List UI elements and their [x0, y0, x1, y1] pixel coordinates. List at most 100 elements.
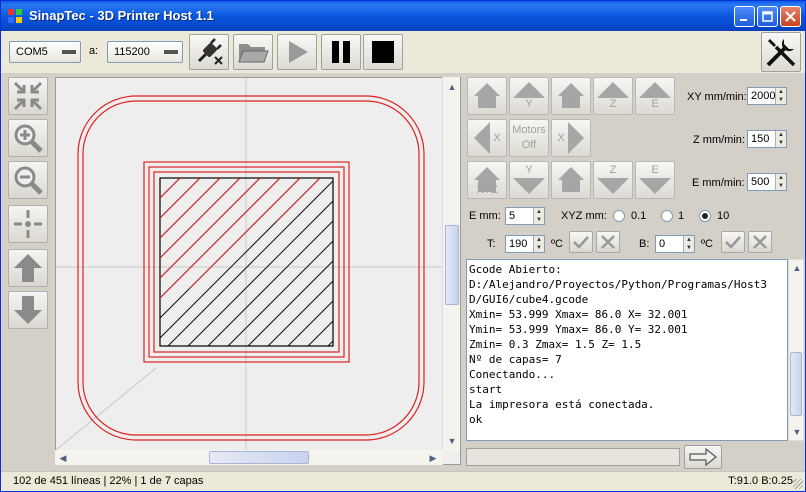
- disconnect-plug-icon: [197, 38, 223, 65]
- send-arrow-icon: [689, 448, 717, 466]
- zoom-out-button[interactable]: [8, 161, 48, 199]
- jog-label: E: [651, 164, 659, 176]
- fit-view-button[interactable]: [8, 77, 48, 115]
- x-minus-button[interactable]: X: [467, 119, 507, 157]
- jog-label: Y: [567, 98, 575, 110]
- send-command-button[interactable]: [684, 445, 722, 469]
- layer-down-button[interactable]: [8, 291, 48, 329]
- y-minus-button[interactable]: Y: [509, 161, 549, 199]
- console-line: La impresora está conectada.: [469, 398, 655, 411]
- scroll-up-icon[interactable]: ▲: [444, 79, 460, 95]
- stop-button[interactable]: [363, 34, 403, 70]
- jog-label: E: [651, 98, 659, 110]
- settings-button[interactable]: [761, 32, 801, 72]
- step-radio-0-1[interactable]: [613, 210, 625, 222]
- layer-up-button[interactable]: [8, 249, 48, 287]
- port-select[interactable]: COM5: [9, 41, 81, 63]
- toolpath-viewport[interactable]: [55, 77, 461, 465]
- resize-grip-icon[interactable]: [793, 479, 803, 489]
- check-icon: [573, 236, 589, 249]
- maximize-button[interactable]: [757, 6, 778, 27]
- e-minus-button[interactable]: E: [635, 161, 675, 199]
- bed-apply-button[interactable]: [721, 231, 745, 253]
- disconnect-button[interactable]: [189, 34, 229, 70]
- maximize-icon: [762, 11, 773, 22]
- spin-arrows-icon[interactable]: ▲ ▼: [775, 131, 786, 147]
- title-bar[interactable]: SinapTec - 3D Printer Host 1.1: [1, 1, 805, 31]
- spin-arrows-icon[interactable]: ▲ ▼: [775, 88, 786, 104]
- spin-arrows-icon[interactable]: ▲ ▼: [533, 236, 544, 252]
- scroll-thumb[interactable]: [445, 225, 459, 305]
- step-option-label: 1: [678, 210, 685, 222]
- console-line: Ymin= 53.999 Ymax= 86.0 Y= 32.001: [469, 323, 688, 336]
- layer-up-icon: [14, 254, 42, 282]
- main-toolbar: COM5 a: 115200: [1, 31, 805, 73]
- spin-arrows-icon[interactable]: ▲ ▼: [683, 236, 694, 252]
- play-button[interactable]: [277, 34, 317, 70]
- y-plus-button[interactable]: Y: [509, 77, 549, 115]
- progress-status: 102 de 451 líneas | 22% | 1 de 7 capas: [13, 475, 204, 487]
- xyz-step-label: XYZ mm:: [561, 210, 607, 222]
- z-plus-button[interactable]: Z: [593, 77, 633, 115]
- hotend-temp-value: 190: [509, 238, 528, 250]
- center-view-button[interactable]: [8, 205, 48, 243]
- console-scrollbar[interactable]: ▲ ▼: [788, 259, 804, 441]
- hotend-off-button[interactable]: [596, 231, 620, 253]
- viewport-horizontal-scrollbar[interactable]: ◀ ▶: [55, 450, 443, 465]
- skirt-outline: [77, 95, 425, 441]
- home-all-button[interactable]: XYZ: [467, 161, 507, 199]
- z-minus-button[interactable]: Z: [593, 161, 633, 199]
- scroll-down-icon[interactable]: ▼: [444, 433, 460, 449]
- play-icon: [289, 41, 308, 63]
- scroll-left-icon[interactable]: ◀: [55, 450, 71, 466]
- baud-select[interactable]: 115200: [107, 41, 183, 63]
- scroll-up-icon[interactable]: ▲: [789, 260, 805, 276]
- xy-speed-label: XY mm/min:: [687, 91, 747, 103]
- spin-arrows-icon[interactable]: ▲ ▼: [533, 208, 544, 224]
- console-line: Xmin= 53.999 Xmax= 86.0 X= 32.001: [469, 308, 688, 321]
- step-radio-10[interactable]: [699, 210, 711, 222]
- bed-temp-value: 0: [659, 238, 666, 250]
- console-line: Zmin= 0.3 Zmax= 1.5 Z= 1.5: [469, 338, 642, 351]
- bed-temp-label: B:: [639, 238, 650, 250]
- center-view-icon: [14, 210, 42, 238]
- bed-off-button[interactable]: [748, 231, 772, 253]
- hotend-apply-button[interactable]: [569, 231, 593, 253]
- zoom-in-button[interactable]: [8, 119, 48, 157]
- hotend-temp-label: T:: [487, 238, 496, 250]
- hotend-temp-input[interactable]: 190 ▲ ▼: [505, 235, 545, 253]
- home-y-button[interactable]: Y: [551, 77, 591, 115]
- spin-arrows-icon[interactable]: ▲ ▼: [775, 174, 786, 190]
- scroll-down-icon[interactable]: ▼: [789, 424, 805, 440]
- home-x-button[interactable]: X: [467, 77, 507, 115]
- e-step-input[interactable]: 5 ▲ ▼: [505, 207, 545, 225]
- xy-speed-input[interactable]: 2000 ▲ ▼: [747, 87, 787, 105]
- layer-down-icon: [14, 296, 42, 324]
- step-radio-1[interactable]: [661, 210, 673, 222]
- z-speed-input[interactable]: 150 ▲ ▼: [747, 130, 787, 148]
- step-option-label: 0.1: [631, 210, 647, 222]
- scroll-thumb[interactable]: [209, 451, 309, 464]
- home-z-button[interactable]: Z: [551, 161, 591, 199]
- jog-label: X: [557, 132, 565, 144]
- e-speed-input[interactable]: 500 ▲ ▼: [747, 173, 787, 191]
- console-log[interactable]: Gcode Abierto: D:/Alejandro/Proyectos/Pyt…: [466, 259, 788, 441]
- infill-hatch: [160, 178, 333, 346]
- command-input[interactable]: [466, 448, 680, 466]
- stop-icon: [372, 41, 394, 63]
- z-speed-label: Z mm/min:: [693, 134, 745, 146]
- z-speed-value: 150: [751, 133, 770, 145]
- x-plus-button[interactable]: X: [551, 119, 591, 157]
- e-plus-button[interactable]: E: [635, 77, 675, 115]
- window-title: SinapTec - 3D Printer Host 1.1: [29, 8, 214, 23]
- scroll-thumb[interactable]: [790, 352, 802, 416]
- close-button[interactable]: [780, 6, 801, 27]
- scroll-right-icon[interactable]: ▶: [425, 450, 441, 466]
- toolpath-canvas[interactable]: [55, 78, 444, 451]
- open-file-button[interactable]: [233, 34, 273, 70]
- pause-button[interactable]: [321, 34, 361, 70]
- minimize-button[interactable]: [734, 6, 755, 27]
- bed-temp-input[interactable]: 0 ▲ ▼: [655, 235, 695, 253]
- jog-label: XYZ: [476, 184, 498, 196]
- viewport-vertical-scrollbar[interactable]: ▲ ▼: [442, 77, 460, 451]
